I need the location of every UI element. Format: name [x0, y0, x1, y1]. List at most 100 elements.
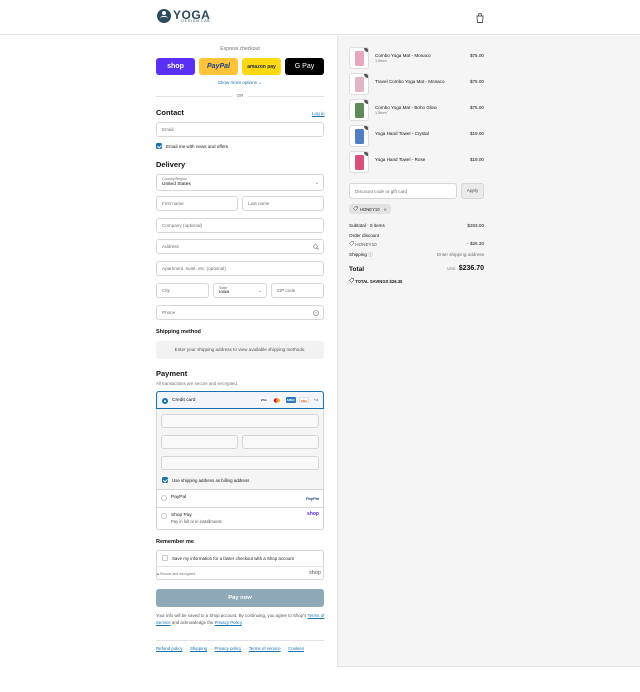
credit-card-radio[interactable] — [162, 398, 168, 404]
pay-now-button[interactable]: Pay now — [156, 589, 324, 607]
paypal-button[interactable]: PayPal — [199, 58, 238, 75]
brand-logo[interactable]: YOGA DESIGN LAB — [157, 9, 210, 24]
country-label: Country/Region — [162, 177, 187, 181]
item-variant: 1.0mm — [375, 59, 387, 63]
svg-text:?: ? — [315, 311, 317, 315]
quantity-badge: 1 — [364, 74, 368, 78]
product-thumbnail: 1 — [349, 73, 369, 95]
product-image — [355, 129, 364, 144]
legal-end: . — [241, 620, 243, 625]
refund-policy-link[interactable]: Refund policy — [156, 646, 183, 651]
zip-placeholder: ZIP code — [277, 288, 296, 293]
total-label: Total — [349, 266, 365, 273]
country-select[interactable]: Country/Region United States ⌄ — [156, 174, 324, 191]
shopping-bag-icon[interactable] — [474, 12, 486, 24]
footer-divider — [156, 640, 324, 641]
card-cvv-field[interactable] — [242, 435, 319, 449]
item-price: $19.00 — [469, 131, 484, 136]
amazon-pay-button[interactable]: amazon pay — [242, 58, 281, 75]
news-label: Email me with news and offers — [166, 143, 229, 149]
zip-field[interactable]: ZIP code — [271, 283, 324, 298]
state-select[interactable]: State Iowa ⌄ — [213, 283, 267, 298]
news-checkbox[interactable] — [156, 143, 162, 149]
privacy-policy-link[interactable]: Privacy policy — [214, 646, 241, 651]
total-value: $236.70 — [458, 265, 484, 272]
discount-code-label: HONEY10 — [355, 242, 377, 247]
country-value: United States — [162, 182, 191, 187]
product-thumbnail: 1 — [349, 99, 369, 121]
credit-card-option[interactable]: Credit card VISA AMEX DISC +4 — [156, 391, 324, 409]
shop-pay-label: Shop Pay — [171, 513, 192, 518]
company-placeholder: Company (optional) — [162, 223, 203, 228]
card-expiry-field[interactable] — [161, 435, 238, 449]
paypal-option[interactable]: PayPal PayPal — [156, 490, 324, 507]
billing-label: Use shipping address as billing address — [172, 477, 250, 483]
paypal-radio[interactable] — [161, 495, 167, 501]
legal-text-1: Your info will be saved to a Shop accoun… — [156, 613, 307, 618]
address-field[interactable]: Address — [156, 239, 324, 254]
google-pay-button[interactable]: G Pay — [285, 58, 324, 75]
express-checkout-title: Express checkout — [220, 46, 260, 52]
checkout-header: YOGA DESIGN LAB — [0, 0, 640, 35]
email-field[interactable]: Email — [156, 122, 324, 137]
search-icon — [313, 244, 319, 252]
phone-field[interactable]: Phone ? — [156, 305, 324, 320]
item-price: $75.00 — [469, 79, 484, 84]
show-more-options-link[interactable]: Show more options ⌄ — [156, 80, 324, 86]
last-name-field[interactable]: Last name — [242, 196, 324, 211]
cookies-link[interactable]: Cookies — [288, 646, 304, 651]
first-name-field[interactable]: First name — [156, 196, 238, 211]
applied-code: HONEY10 — [360, 206, 380, 212]
terms-of-service-link[interactable]: Terms of service — [249, 646, 281, 651]
or-label: OR — [232, 93, 248, 98]
lock-icon: 🔒︎ — [157, 572, 159, 576]
remember-checkbox[interactable] — [162, 555, 168, 561]
apartment-field[interactable]: Apartment, suite, etc. (optional) — [156, 261, 324, 276]
shop-pay-sub: Pay in full or in installments — [171, 519, 222, 524]
shop-pay-radio[interactable] — [161, 513, 167, 519]
discount-code-field[interactable]: Discount code or gift card — [349, 183, 457, 199]
quantity-badge: 1 — [364, 152, 368, 156]
last-name-placeholder: Last name — [248, 201, 270, 206]
shop-pay-option[interactable]: Shop Pay Pay in full or in installments … — [156, 508, 324, 530]
state-value: Iowa — [219, 290, 230, 295]
payment-subtitle: All transactions are secure and encrypte… — [156, 381, 239, 386]
discount-value: - $26.30 — [467, 241, 484, 246]
item-name: Yoga Hand Towel - Crystal — [375, 131, 429, 136]
summary-bottom-spacer — [337, 666, 640, 692]
cart-item: 1 Travel Combo Yoga Mat - Monaco $75.00 — [349, 73, 484, 95]
shipping-value: Enter shipping address — [437, 252, 484, 257]
shipping-label: Shipping — [349, 252, 367, 257]
shop-pay-button[interactable]: shop — [156, 58, 195, 75]
billing-checkbox[interactable] — [162, 477, 168, 483]
order-discount-label: Order discount — [349, 233, 380, 238]
news-checkbox-row[interactable]: Email me with news and offers — [156, 143, 228, 149]
more-brands-badge: +4 — [313, 397, 318, 403]
delivery-title: Delivery — [156, 160, 186, 169]
remember-checkbox-row[interactable]: Save my information for a faster checkou… — [162, 555, 294, 561]
chevron-down-icon: ⌄ — [314, 180, 319, 186]
item-price: $19.00 — [469, 157, 484, 162]
shipping-policy-link[interactable]: Shipping — [190, 646, 207, 651]
first-name-placeholder: First name — [162, 201, 184, 206]
card-name-field[interactable] — [161, 456, 319, 470]
item-name: Yoga Hand Towel - Rose — [375, 157, 426, 162]
item-variant: 1.5mm — [375, 111, 387, 115]
discount-placeholder: Discount code or gift card — [355, 189, 408, 194]
savings-row: TOTAL SAVINGS $26.30 — [349, 278, 484, 284]
company-field[interactable]: Company (optional) — [156, 218, 324, 233]
item-name: Combo Yoga Mat - Boho Glow — [375, 105, 437, 110]
legal-text: Your info will be saved to a Shop accoun… — [156, 612, 328, 626]
help-icon[interactable]: ⓘ — [368, 252, 373, 257]
help-icon[interactable]: ? — [313, 310, 319, 318]
city-field[interactable]: City — [156, 283, 209, 298]
privacy-link[interactable]: Privacy Policy — [215, 620, 242, 625]
login-link[interactable]: Log in — [312, 111, 325, 116]
payment-title: Payment — [156, 369, 188, 378]
card-number-field[interactable] — [161, 414, 319, 428]
billing-checkbox-row[interactable]: Use shipping address as billing address — [162, 477, 249, 483]
apply-button[interactable]: Apply — [461, 183, 484, 199]
close-icon[interactable]: ✕ — [384, 207, 388, 212]
savings-label: TOTAL SAVINGS — [355, 279, 389, 284]
item-name: Combo Yoga Mat - Monaco — [375, 53, 431, 58]
